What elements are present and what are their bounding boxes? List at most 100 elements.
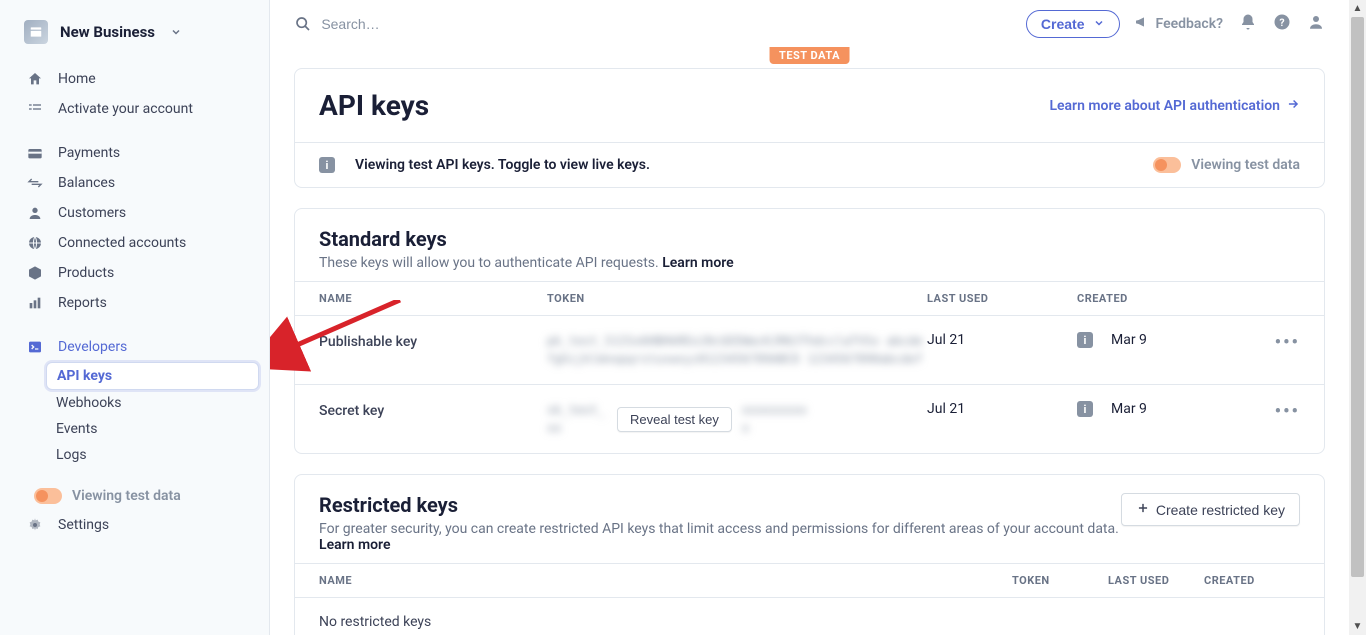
nav-customers[interactable]: Customers [10, 198, 259, 228]
scrollbar-thumb[interactable] [1351, 17, 1364, 577]
col-last-used: LAST USED [927, 292, 1077, 305]
nav-label: Activate your account [58, 101, 193, 117]
nav-label: Logs [56, 447, 87, 463]
col-token: TOKEN [1012, 574, 1108, 587]
chevron-down-icon [1093, 16, 1105, 32]
scrollbar[interactable]: ▲ ▼ [1349, 0, 1366, 635]
page-title: API keys [319, 89, 429, 122]
table-row: Secret key sk_test_xx Reveal test key xx… [295, 385, 1324, 453]
notice-text: Viewing test API keys. Toggle to view li… [355, 157, 650, 173]
bell-icon[interactable] [1239, 13, 1257, 35]
toggle-icon[interactable] [34, 488, 62, 504]
restricted-keys-card: Restricted keys For greater security, yo… [294, 474, 1325, 635]
scroll-up-icon[interactable]: ▲ [1349, 0, 1366, 17]
main-content: Create Feedback? ? TEST DATA API keys [270, 0, 1349, 635]
nav-label: Developers [58, 339, 127, 355]
empty-state: No restricted keys [295, 598, 1324, 635]
nav-label: Events [56, 421, 97, 437]
nav-products[interactable]: Products [10, 258, 259, 288]
business-logo-icon [24, 20, 48, 44]
link-label: Learn more about API authentication [1049, 98, 1280, 114]
toggle-icon[interactable] [1153, 157, 1181, 173]
info-icon: i [1077, 332, 1093, 348]
restricted-table-header: NAME TOKEN LAST USED CREATED [295, 563, 1324, 598]
test-notice-row: i Viewing test API keys. Toggle to view … [295, 142, 1324, 187]
nav-connected[interactable]: Connected accounts [10, 228, 259, 258]
nav-label: Settings [58, 517, 109, 533]
key-name: Secret key [319, 401, 547, 419]
nav-home[interactable]: Home [10, 64, 259, 94]
box-icon [26, 264, 44, 282]
terminal-icon [26, 338, 44, 356]
card-icon [26, 144, 44, 162]
key-name: Publishable key [319, 332, 547, 350]
learn-more-link[interactable]: Learn more [662, 255, 733, 271]
nav-label: Reports [58, 295, 107, 311]
key-created: Mar 9 [1111, 332, 1147, 348]
info-icon: i [1077, 401, 1093, 417]
chart-icon [26, 294, 44, 312]
key-created: Mar 9 [1111, 401, 1147, 417]
notice-toggle[interactable]: Viewing test data [1153, 157, 1300, 173]
nav-label: Connected accounts [58, 235, 186, 251]
search-icon [294, 15, 311, 33]
standard-title: Standard keys [319, 227, 1300, 251]
nav-developers[interactable]: Developers [10, 332, 259, 362]
col-token: TOKEN [547, 292, 927, 305]
col-name: NAME [319, 574, 1012, 587]
arrow-right-icon [1286, 97, 1300, 115]
standard-subtitle: These keys will allow you to authenticat… [319, 255, 1300, 271]
nav-events[interactable]: Events [46, 416, 259, 442]
business-switcher[interactable]: New Business [0, 12, 269, 60]
standard-keys-card: Standard keys These keys will allow you … [294, 208, 1325, 454]
topbar: Create Feedback? ? [270, 0, 1349, 48]
nav-settings[interactable]: Settings [10, 510, 259, 540]
search-input[interactable] [321, 16, 1012, 32]
feedback-button[interactable]: Feedback? [1134, 14, 1223, 34]
sidebar-test-mode[interactable]: Viewing test data [10, 482, 259, 510]
globe-icon [26, 234, 44, 252]
learn-auth-link[interactable]: Learn more about API authentication [1049, 97, 1300, 115]
chevron-down-icon [167, 23, 185, 41]
col-last-used: LAST USED [1108, 574, 1204, 587]
create-button[interactable]: Create [1026, 10, 1120, 38]
nav-label: Home [58, 71, 96, 87]
key-token-blurred: sk_test_xx [547, 401, 607, 437]
button-label: Create restricted key [1156, 502, 1285, 518]
nav-activate[interactable]: Activate your account [10, 94, 259, 124]
col-created: CREATED [1204, 574, 1300, 587]
test-data-badge: TEST DATA [769, 47, 850, 64]
nav-logs[interactable]: Logs [46, 442, 259, 468]
key-token-blurred: xxxxxxxxxx [742, 401, 812, 437]
sidebar: New Business Home Activate your account … [0, 0, 270, 635]
business-name: New Business [60, 23, 155, 41]
profile-icon[interactable] [1307, 13, 1325, 35]
create-restricted-button[interactable]: Create restricted key [1121, 493, 1300, 526]
nav-label: Products [58, 265, 114, 281]
nav-label: Customers [58, 205, 126, 221]
svg-text:?: ? [1279, 16, 1284, 29]
key-token-blurred[interactable]: pk_test_51ISx6HBHkREoJ0cGEEWacKJR0JThdcc… [547, 332, 927, 368]
row-menu-icon[interactable]: ••• [1275, 332, 1300, 353]
standard-table-header: NAME TOKEN LAST USED CREATED [295, 281, 1324, 316]
row-menu-icon[interactable]: ••• [1275, 401, 1300, 422]
nav-api-keys[interactable]: API keys [46, 362, 259, 390]
nav-balances[interactable]: Balances [10, 168, 259, 198]
feedback-label: Feedback? [1156, 16, 1223, 32]
nav-label: Webhooks [56, 395, 122, 411]
create-label: Create [1041, 16, 1085, 32]
home-icon [26, 70, 44, 88]
nav-reports[interactable]: Reports [10, 288, 259, 318]
user-icon [26, 204, 44, 222]
key-last-used: Jul 21 [927, 401, 1077, 417]
reveal-key-button[interactable]: Reveal test key [617, 407, 732, 432]
table-row: Publishable key pk_test_51ISx6HBHkREoJ0c… [295, 316, 1324, 385]
scroll-down-icon[interactable]: ▼ [1349, 618, 1366, 635]
nav-webhooks[interactable]: Webhooks [46, 390, 259, 416]
search-container [294, 15, 1012, 33]
megaphone-icon [1134, 14, 1150, 34]
col-name: NAME [319, 292, 547, 305]
nav-payments[interactable]: Payments [10, 138, 259, 168]
learn-more-link[interactable]: Learn more [319, 537, 390, 553]
help-icon[interactable]: ? [1273, 13, 1291, 35]
